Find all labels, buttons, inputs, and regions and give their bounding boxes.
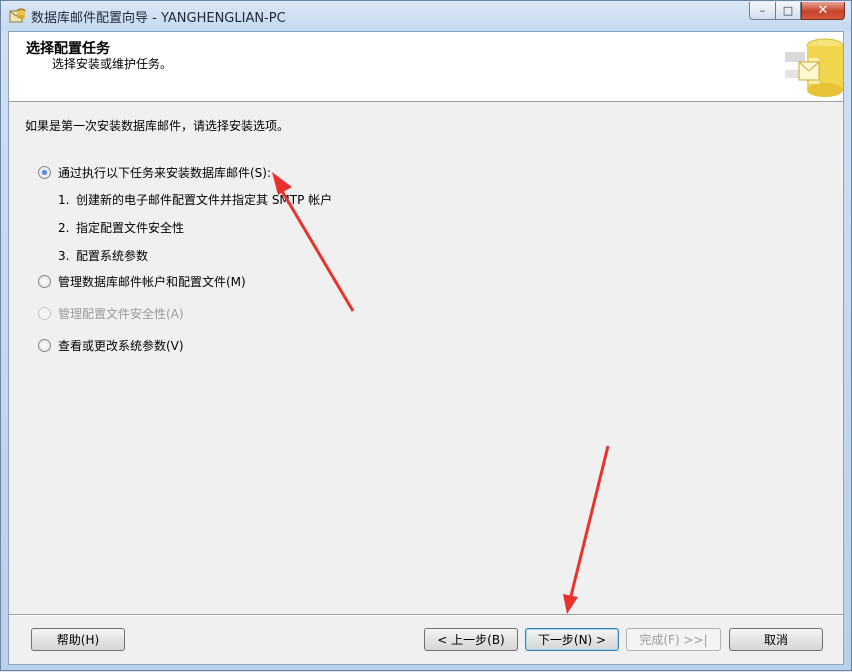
title-bar[interactable]: 数据库邮件配置向导 - YANGHENGLIAN-PC – □ ✕ [1, 1, 851, 31]
radio-install[interactable] [38, 166, 51, 179]
database-mail-app-icon [9, 8, 26, 23]
intro-text: 如果是第一次安装数据库邮件，请选择安装选项。 [25, 119, 290, 133]
window-title: 数据库邮件配置向导 - YANGHENGLIAN-PC [31, 11, 286, 26]
radio-manage-accounts[interactable] [38, 275, 51, 288]
option-profile-security: 管理配置文件安全性(A) [38, 305, 184, 322]
wizard-body: 选择配置任务 选择安装或维护任务。 如果是第一次安装数据库邮件，请选择安装选项。… [8, 31, 844, 665]
step-number: 1. [58, 193, 70, 207]
maximize-button[interactable]: □ [775, 2, 801, 20]
option-profile-security-label: 管理配置文件安全性(A) [58, 307, 184, 321]
close-button[interactable]: ✕ [801, 2, 845, 20]
step-text: 指定配置文件安全性 [76, 221, 185, 235]
radio-profile-security [38, 307, 51, 320]
window-controls: – □ ✕ [749, 2, 845, 22]
step-text: 配置系统参数 [76, 249, 149, 263]
step-item: 2. 指定配置文件安全性 [58, 219, 184, 236]
minimize-button[interactable]: – [749, 2, 775, 20]
step-number: 2. [58, 221, 70, 235]
page-subtitle: 选择安装或维护任务。 [52, 57, 173, 71]
step-item: 3. 配置系统参数 [58, 247, 148, 264]
option-install[interactable]: 通过执行以下任务来安装数据库邮件(S): [38, 164, 271, 181]
step-number: 3. [58, 249, 70, 263]
next-button[interactable]: 下一步(N) > [525, 628, 619, 651]
wizard-header: 选择配置任务 选择安装或维护任务。 [9, 32, 843, 102]
option-manage-accounts-label: 管理数据库邮件帐户和配置文件(M) [58, 275, 246, 289]
finish-button: 完成(F) >>| [626, 628, 721, 651]
option-system-params[interactable]: 查看或更改系统参数(V) [38, 337, 184, 354]
option-manage-accounts[interactable]: 管理数据库邮件帐户和配置文件(M) [38, 273, 246, 290]
step-text: 创建新的电子邮件配置文件并指定其 SMTP 帐户 [76, 193, 333, 207]
cancel-button[interactable]: 取消 [729, 628, 823, 651]
wizard-window: 数据库邮件配置向导 - YANGHENGLIAN-PC – □ ✕ 选择配置任务… [0, 0, 852, 671]
step-item: 1. 创建新的电子邮件配置文件并指定其 SMTP 帐户 [58, 191, 332, 208]
back-button[interactable]: < 上一步(B) [424, 628, 518, 651]
radio-system-params[interactable] [38, 339, 51, 352]
option-system-params-label: 查看或更改系统参数(V) [58, 339, 184, 353]
database-mail-banner-icon [785, 38, 843, 97]
option-install-label: 通过执行以下任务来安装数据库邮件(S): [58, 166, 272, 180]
help-button[interactable]: 帮助(H) [31, 628, 125, 651]
